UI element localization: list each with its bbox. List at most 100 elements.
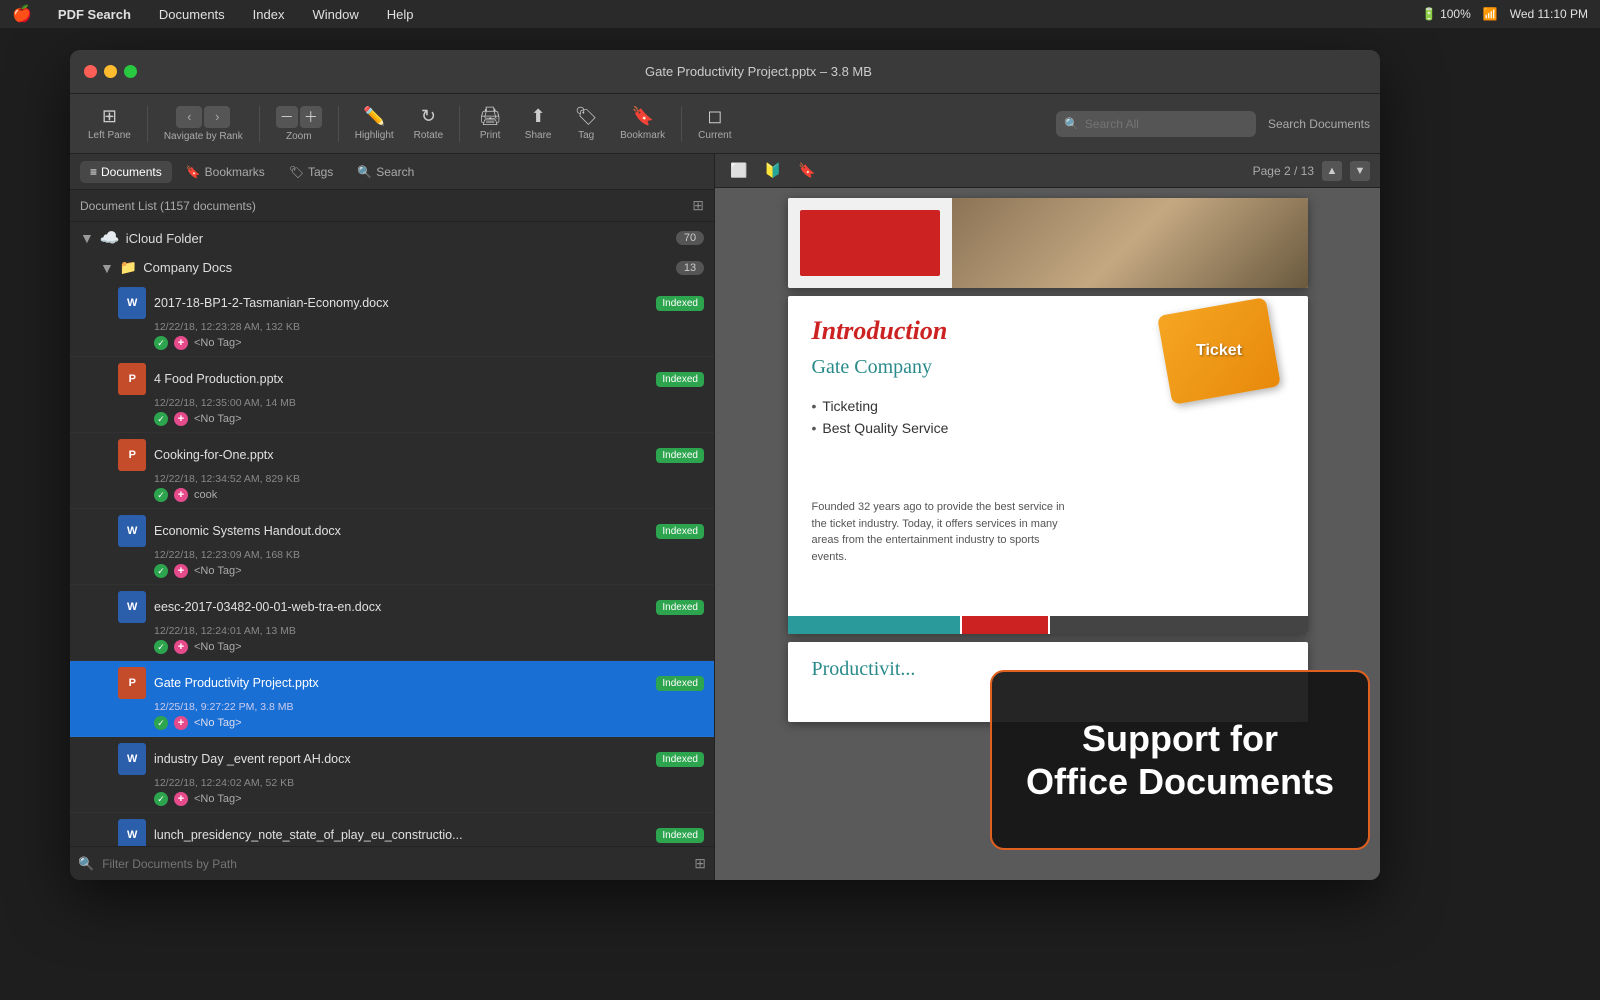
tag-label: <No Tag>	[194, 337, 242, 349]
page-next-button[interactable]: ▼	[1350, 161, 1370, 181]
tag-green-dot: ✓	[154, 792, 168, 806]
pdf-red-block	[800, 210, 940, 276]
ppt-icon: P	[118, 363, 146, 395]
search-all-bar[interactable]: 🔍	[1056, 111, 1256, 137]
menu-window[interactable]: Window	[306, 5, 364, 24]
search-all-input[interactable]	[1085, 117, 1225, 131]
menu-index[interactable]: Index	[247, 5, 291, 24]
tag-button[interactable]: 🏷 Tag	[564, 102, 608, 145]
file-tags: ✓ + <No Tag>	[118, 716, 704, 730]
zoom-button[interactable]: － ＋ Zoom	[268, 102, 330, 146]
icloud-icon: ☁️	[100, 228, 120, 248]
ticket-text: Ticket	[1196, 342, 1242, 360]
file-item-selected[interactable]: P Gate Productivity Project.pptx Indexed…	[70, 661, 714, 737]
tag-label: <No Tag>	[194, 717, 242, 729]
toolbar-separator-3	[338, 106, 339, 142]
traffic-lights	[84, 65, 137, 78]
nav-back-button[interactable]: ‹	[176, 106, 202, 128]
search-documents-btn[interactable]: Search Documents	[1268, 117, 1370, 131]
tag-label: Tag	[578, 130, 594, 141]
file-item[interactable]: W lunch_presidency_note_state_of_play_eu…	[70, 813, 714, 846]
left-pane-button[interactable]: ⊞ Left Pane	[80, 102, 139, 145]
word-icon: W	[118, 743, 146, 775]
indexed-badge: Indexed	[656, 448, 704, 463]
rotate-label: Rotate	[414, 130, 443, 141]
file-tags: ✓ + cook	[118, 488, 704, 502]
nav-tabs: ≡ Documents 🔖 Bookmarks 🏷 Tags 🔍 Search	[70, 154, 714, 190]
company-docs-count: 13	[676, 261, 704, 275]
menu-help[interactable]: Help	[381, 5, 420, 24]
file-tags: ✓ + <No Tag>	[118, 412, 704, 426]
file-item[interactable]: P 4 Food Production.pptx Indexed 12/22/1…	[70, 357, 714, 433]
word-icon: W	[118, 591, 146, 623]
current-button[interactable]: ◻ Current	[690, 102, 739, 145]
nav-forward-button[interactable]: ›	[204, 106, 230, 128]
highlight-icon: ✏️	[363, 106, 385, 127]
zoom-in-button[interactable]: ＋	[300, 106, 322, 128]
pdf-fullscreen-button[interactable]: ⬜	[725, 159, 753, 183]
pdf-page-1	[788, 198, 1308, 288]
pdf-founded-text: Founded 32 years ago to provide the best…	[812, 499, 1072, 565]
filter-options-icon[interactable]: ⊞	[694, 855, 706, 872]
toolbar-separator-2	[259, 106, 260, 142]
tag-green-dot: ✓	[154, 640, 168, 654]
bookmark-button[interactable]: 🔖 Bookmark	[612, 102, 673, 145]
file-meta: 12/22/18, 12:34:52 AM, 829 KB	[118, 473, 704, 485]
rotate-button[interactable]: ↻ Rotate	[406, 102, 451, 145]
tab-documents[interactable]: ≡ Documents	[80, 161, 172, 183]
indexed-badge: Indexed	[656, 600, 704, 615]
ticket-image: Ticket	[1157, 297, 1281, 405]
navigate-button[interactable]: ‹ › Navigate by Rank	[156, 102, 251, 146]
search-tab-label: Search	[376, 165, 414, 179]
pdf-bookmark-button[interactable]: 🔖	[793, 159, 821, 183]
print-button[interactable]: 🖨 Print	[468, 102, 512, 145]
indexed-badge: Indexed	[656, 752, 704, 767]
indexed-badge: Indexed	[656, 524, 704, 539]
tree-collapse-icon: ▼	[80, 230, 94, 246]
maximize-button[interactable]	[124, 65, 137, 78]
file-item[interactable]: W 2017-18-BP1-2-Tasmanian-Economy.docx I…	[70, 281, 714, 357]
minimize-button[interactable]	[104, 65, 117, 78]
icloud-folder[interactable]: ▼ ☁️ iCloud Folder 70	[70, 222, 714, 254]
file-item[interactable]: W eesc-2017-03482-00-01-web-tra-en.docx …	[70, 585, 714, 661]
share-button[interactable]: ⬆ Share	[516, 102, 560, 145]
file-item[interactable]: P Cooking-for-One.pptx Indexed 12/22/18,…	[70, 433, 714, 509]
search-tab-icon: 🔍	[357, 165, 372, 179]
doc-list-options[interactable]: ⊞	[692, 197, 704, 214]
filter-input[interactable]	[102, 857, 686, 871]
menu-documents[interactable]: Documents	[153, 5, 231, 24]
tags-tab-label: Tags	[308, 165, 333, 179]
ppt-icon: P	[118, 667, 146, 699]
pdf-bullet-2: Best Quality Service	[812, 417, 1284, 439]
file-item[interactable]: W industry Day _event report AH.docx Ind…	[70, 737, 714, 813]
zoom-out-button[interactable]: －	[276, 106, 298, 128]
pdf-bullet-1: Ticketing	[812, 395, 1284, 417]
zoom-label: Zoom	[286, 131, 312, 142]
page-prev-button[interactable]: ▲	[1322, 161, 1342, 181]
company-docs-name: Company Docs	[143, 260, 232, 275]
main-content: ≡ Documents 🔖 Bookmarks 🏷 Tags 🔍 Search	[70, 154, 1380, 880]
word-icon: W	[118, 515, 146, 547]
tab-bookmarks[interactable]: 🔖 Bookmarks	[176, 161, 275, 183]
company-docs-folder[interactable]: ▼ 📁 Company Docs 13	[70, 254, 714, 281]
indexed-badge: Indexed	[656, 372, 704, 387]
menubar-clock: Wed 11:10 PM	[1510, 7, 1588, 21]
tag-plus-dot: +	[174, 564, 188, 578]
doc-list-header: Document List (1157 documents) ⊞	[70, 190, 714, 222]
file-item[interactable]: W Economic Systems Handout.docx Indexed …	[70, 509, 714, 585]
file-name: lunch_presidency_note_state_of_play_eu_c…	[154, 828, 648, 842]
tab-tags[interactable]: 🏷 Tags	[279, 161, 344, 183]
tab-search[interactable]: 🔍 Search	[347, 161, 424, 183]
tag-icon: 🏷	[575, 106, 598, 127]
close-button[interactable]	[84, 65, 97, 78]
share-icon: ⬆	[531, 106, 546, 127]
apple-menu[interactable]: 🍎	[12, 4, 32, 24]
tag-plus-dot: +	[174, 640, 188, 654]
pdf-share-button[interactable]: 🔰	[759, 159, 787, 183]
subfolder-collapse-icon: ▼	[100, 260, 114, 276]
tree-container[interactable]: ▼ ☁️ iCloud Folder 70 ▼ 📁 Company Docs 1…	[70, 222, 714, 846]
search-documents-label: Search Documents	[1268, 117, 1370, 131]
highlight-button[interactable]: ✏️ Highlight	[347, 102, 402, 145]
office-tooltip-text: Support forOffice Documents	[1026, 717, 1334, 803]
menu-app[interactable]: PDF Search	[52, 5, 137, 24]
